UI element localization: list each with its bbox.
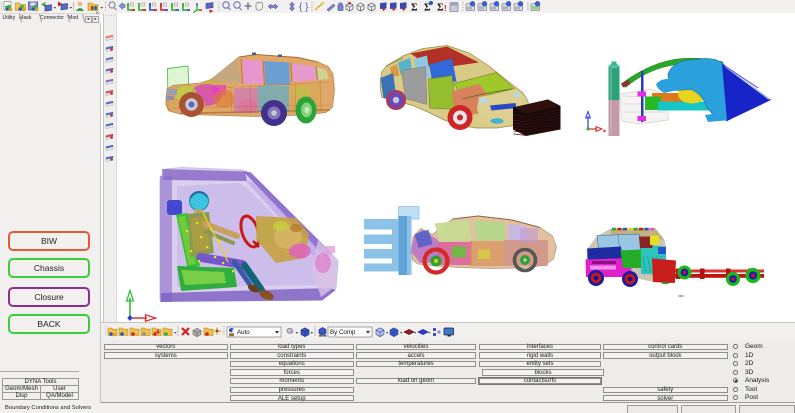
svg-text:Auto: Auto [237, 329, 250, 336]
svg-text:{ }: { } [299, 2, 309, 13]
svg-text:Σ: Σ [411, 3, 418, 14]
svg-text:By Comp: By Comp [330, 329, 356, 336]
svg-text:!: ! [444, 4, 447, 13]
svg-text:Σ: Σ [437, 3, 444, 14]
